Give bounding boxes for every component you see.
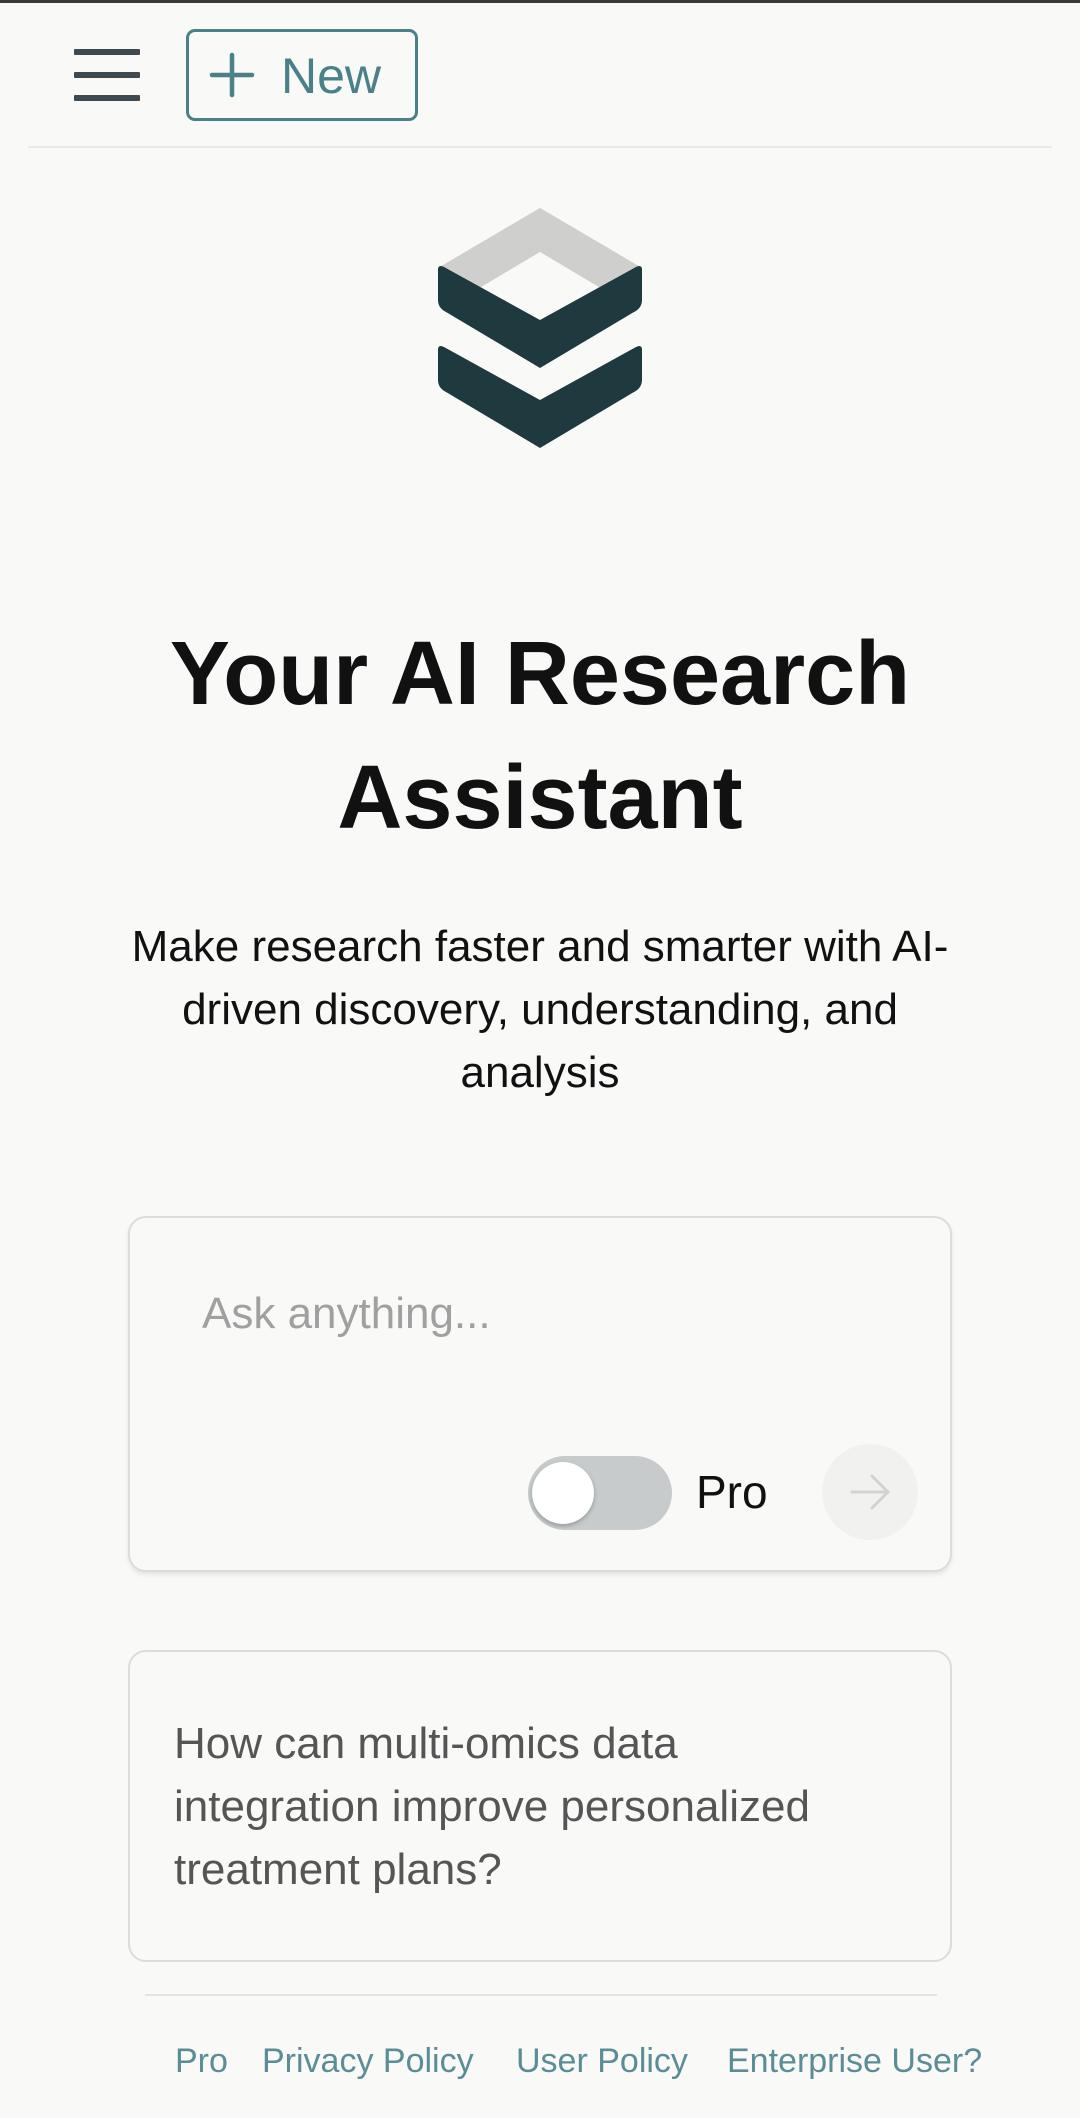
- footer-link-pro[interactable]: Pro: [175, 2036, 228, 2086]
- pro-toggle-knob: [532, 1462, 594, 1524]
- top-bar: New: [28, 3, 1052, 148]
- ask-input[interactable]: [200, 1278, 884, 1350]
- suggestion-card[interactable]: How can multi-omics data integration imp…: [128, 1650, 952, 1962]
- ask-card: Pro: [128, 1216, 952, 1572]
- footer-link-enterprise-user[interactable]: Enterprise User?: [727, 2036, 982, 2086]
- hamburger-menu-icon[interactable]: [74, 45, 140, 105]
- new-button-label: New: [281, 48, 382, 104]
- page-title: Your AI Research Assistant: [60, 612, 1020, 860]
- title-line-1: Your AI Research: [169, 624, 911, 724]
- send-button[interactable]: [822, 1444, 918, 1540]
- plus-icon: [209, 52, 255, 98]
- pro-toggle-label: Pro: [696, 1466, 768, 1518]
- subtitle-line-3: analysis: [460, 1048, 620, 1097]
- suggestion-line-3: treatment plans?: [174, 1845, 502, 1894]
- subtitle-line-2: driven discovery, understanding, and: [182, 985, 898, 1034]
- footer-divider: [145, 1994, 937, 1996]
- title-line-2: Assistant: [337, 748, 743, 848]
- pro-toggle[interactable]: [528, 1456, 672, 1530]
- footer-links: Pro Privacy Policy User Policy Enterpris…: [0, 2036, 1080, 2092]
- page-subtitle: Make research faster and smarter with AI…: [70, 915, 1010, 1104]
- suggestion-line-1: How can multi-omics data: [174, 1719, 678, 1768]
- suggestion-line-2: integration improve personalized: [174, 1782, 810, 1831]
- new-chat-button[interactable]: New: [186, 29, 418, 121]
- suggestion-text: How can multi-omics data integration imp…: [174, 1712, 934, 1901]
- subtitle-line-1: Make research faster and smarter with AI…: [131, 922, 949, 971]
- stacked-layers-logo: [438, 208, 642, 448]
- arrow-right-icon: [850, 1474, 890, 1510]
- footer-link-privacy-policy[interactable]: Privacy Policy: [262, 2036, 474, 2086]
- footer-link-user-policy[interactable]: User Policy: [516, 2036, 688, 2086]
